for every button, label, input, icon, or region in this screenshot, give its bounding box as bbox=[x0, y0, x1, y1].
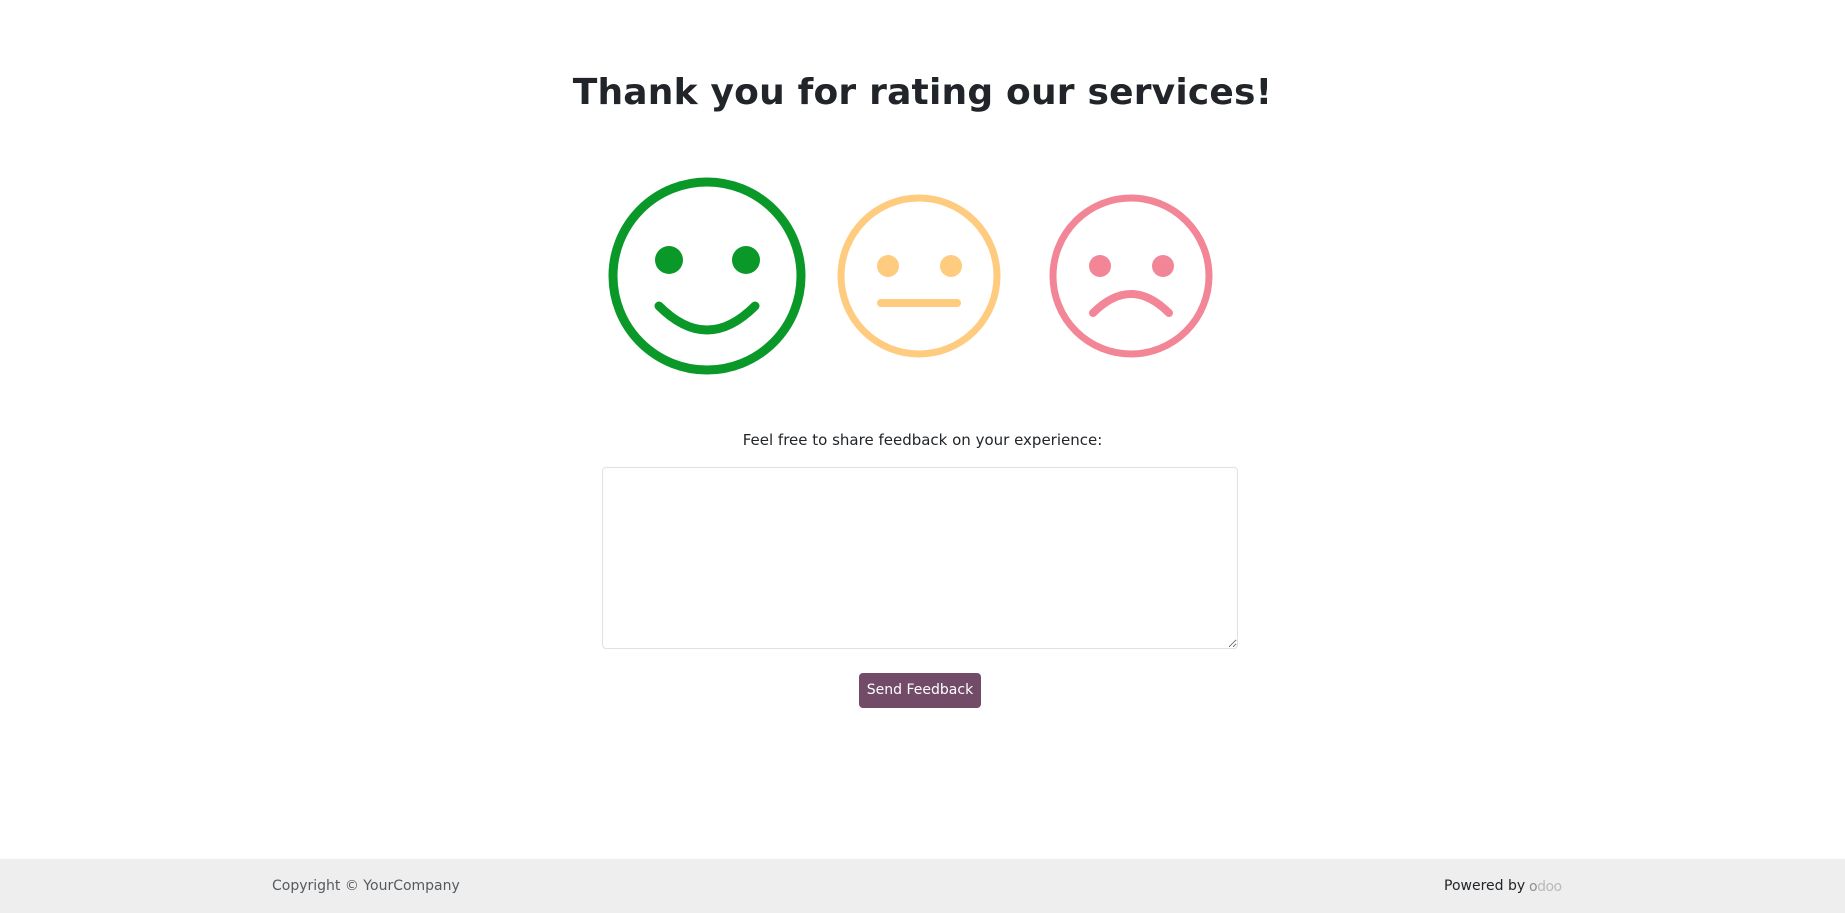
odoo-logo[interactable]: odoo bbox=[1529, 877, 1562, 897]
rating-happy-button[interactable] bbox=[607, 176, 807, 376]
footer: Copyright © YourCompany Powered by odoo bbox=[0, 859, 1845, 913]
footer-powered-by: Powered by bbox=[1444, 878, 1526, 894]
feedback-label: Feel free to share feedback on your expe… bbox=[742, 431, 1103, 449]
smiley-happy-icon bbox=[608, 177, 806, 375]
footer-copyright: Copyright © YourCompany bbox=[272, 878, 460, 894]
rating-page: Thank you for rating our services! Feel … bbox=[0, 0, 1845, 913]
smiley-sad-icon bbox=[1049, 194, 1213, 358]
rating-sad-button[interactable] bbox=[1048, 193, 1214, 359]
rating-neutral-button[interactable] bbox=[836, 193, 1002, 359]
main-content: Thank you for rating our services! Feel … bbox=[0, 0, 1845, 859]
feedback-textarea[interactable] bbox=[602, 467, 1238, 649]
smiley-neutral-icon bbox=[837, 194, 1001, 358]
page-title: Thank you for rating our services! bbox=[572, 72, 1273, 113]
send-feedback-button[interactable]: Send Feedback bbox=[859, 673, 981, 708]
odoo-logo-text: odoo bbox=[1529, 879, 1562, 895]
